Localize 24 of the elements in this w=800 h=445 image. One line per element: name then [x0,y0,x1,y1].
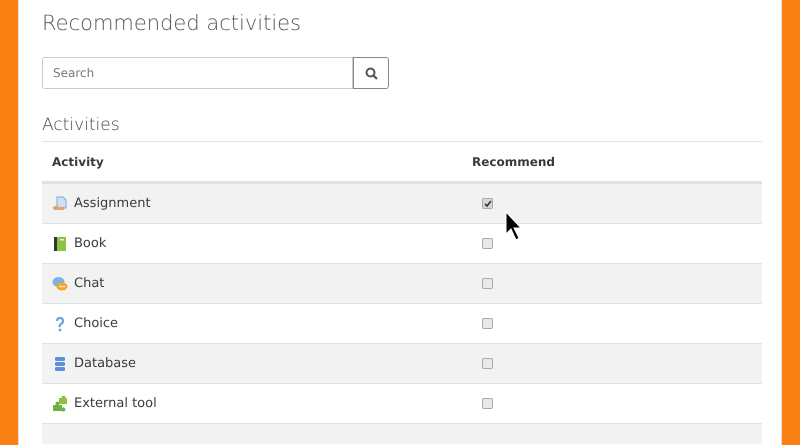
checkbox[interactable] [482,238,493,249]
checkbox[interactable] [482,358,493,369]
search-button[interactable] [353,57,389,89]
database-icon [52,356,68,372]
checkbox[interactable] [482,398,493,409]
section-heading: Activities [42,113,762,142]
activity-name: Assignment [74,196,151,211]
activity-name: Book [74,236,106,251]
search-field[interactable]: Search [42,57,353,89]
document-hand-icon [52,196,68,212]
checkbox[interactable] [482,198,493,209]
column-header: Recommend [471,154,556,168]
checkbox[interactable] [482,318,493,329]
column-header: Activity [51,154,105,168]
search-icon [364,66,378,80]
book-icon [52,236,68,252]
activity-name: External tool [74,396,157,411]
activity-name: Database [74,356,136,371]
activity-name: Chat [74,276,104,291]
activity-name: Choice [74,316,118,331]
checkbox[interactable] [482,278,493,289]
page-title: Recommended activities [42,10,302,37]
chat-bubbles-icon [52,276,68,292]
puzzle-piece-icon [52,396,68,412]
